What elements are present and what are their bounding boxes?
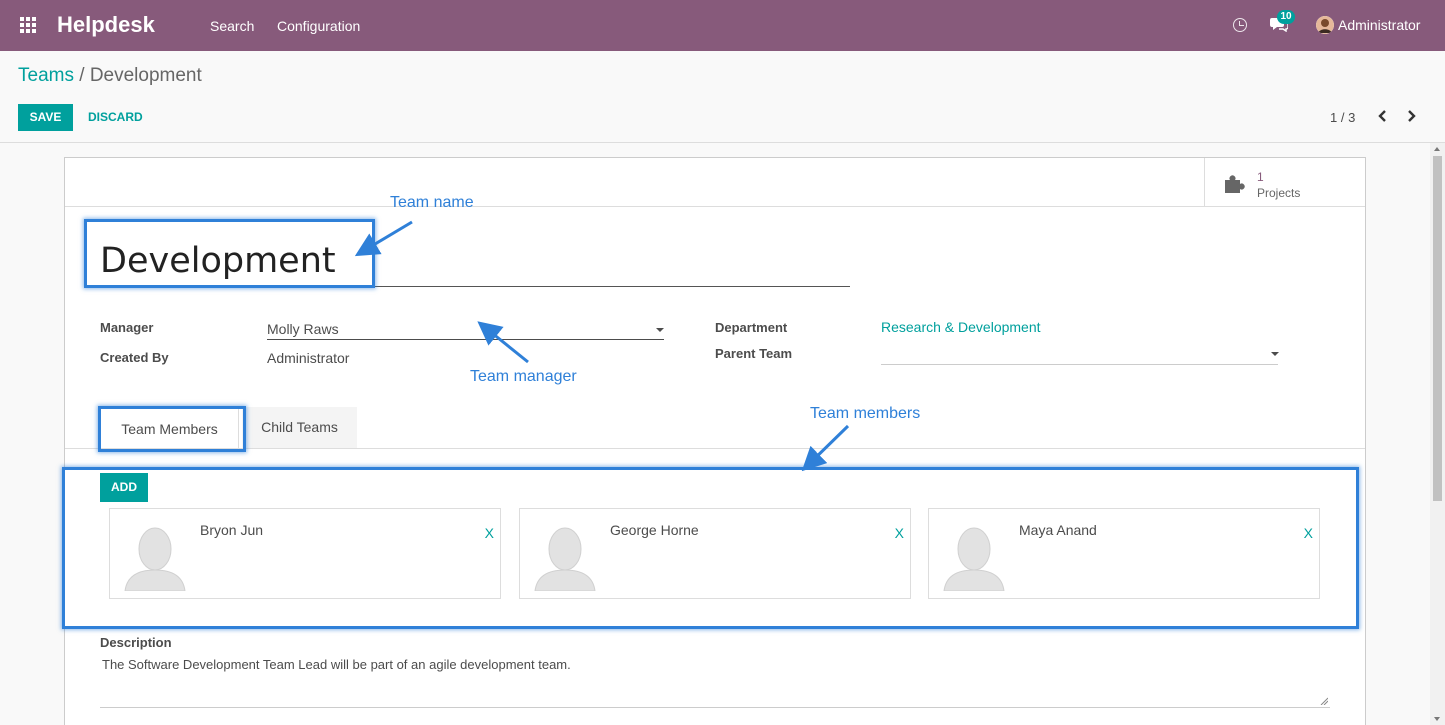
chevron-right-icon[interactable] (1404, 108, 1418, 124)
department-label: Department (715, 320, 788, 335)
manager-field[interactable]: Molly Raws (267, 321, 339, 337)
annotation-team-manager: Team manager (470, 368, 577, 385)
chevron-left-icon[interactable] (1376, 108, 1390, 124)
created-by-value: Administrator (267, 350, 350, 366)
description-label: Description (100, 635, 172, 650)
department-link[interactable]: Research & Development (881, 319, 1041, 335)
projects-count: 1 (1257, 170, 1264, 184)
created-by-label: Created By (100, 350, 169, 365)
app-brand[interactable]: Helpdesk (57, 12, 155, 38)
resize-handle-icon[interactable] (1320, 697, 1328, 705)
control-panel-divider (0, 142, 1445, 143)
manager-label: Manager (100, 320, 154, 335)
apps-menu-icon[interactable] (20, 17, 36, 33)
tab-child-teams[interactable]: Child Teams (242, 407, 357, 448)
manager-field-underline (267, 339, 664, 340)
top-navbar: Helpdesk Search Configuration 10 Adminis… (0, 0, 1445, 51)
annotation-team-name: Team name (390, 194, 474, 211)
tab-divider (65, 448, 1365, 449)
scrollbar[interactable] (1430, 143, 1445, 725)
breadcrumb-separator: / (73, 65, 90, 86)
puzzle-icon (1225, 175, 1245, 193)
activity-clock-icon[interactable] (1233, 18, 1247, 32)
scroll-down-icon[interactable] (1434, 717, 1440, 721)
description-text: The Software Development Team Lead will … (102, 657, 571, 672)
team-members-tab-highlight-box (98, 406, 246, 452)
description-field[interactable] (100, 678, 1330, 708)
annotation-team-members: Team members (810, 405, 921, 422)
scroll-up-icon[interactable] (1434, 147, 1440, 151)
manager-dropdown-icon[interactable] (656, 328, 664, 332)
team-members-highlight-box (62, 467, 1359, 629)
menu-search[interactable]: Search (210, 18, 254, 34)
user-avatar[interactable] (1316, 16, 1334, 34)
breadcrumb: Teams / Development (18, 65, 202, 87)
team-name-highlight-box (84, 219, 375, 288)
pager-value: 1 / 3 (1330, 110, 1356, 125)
button-box-divider (65, 206, 1365, 207)
menu-configuration[interactable]: Configuration (277, 18, 360, 34)
parent-team-dropdown-icon[interactable] (1271, 352, 1279, 356)
save-button[interactable]: SAVE (18, 104, 73, 131)
projects-smart-button[interactable]: 1 Projects (1204, 158, 1366, 206)
parent-team-underline (881, 364, 1278, 365)
parent-team-label: Parent Team (715, 346, 793, 361)
scrollbar-thumb[interactable] (1433, 156, 1442, 501)
breadcrumb-current: Development (89, 65, 202, 86)
notification-badge: 10 (1277, 10, 1295, 24)
breadcrumb-teams[interactable]: Teams (18, 65, 74, 86)
user-menu[interactable]: Administrator (1338, 17, 1420, 33)
projects-label: Projects (1257, 186, 1301, 200)
discard-button[interactable]: DISCARD (88, 110, 143, 124)
